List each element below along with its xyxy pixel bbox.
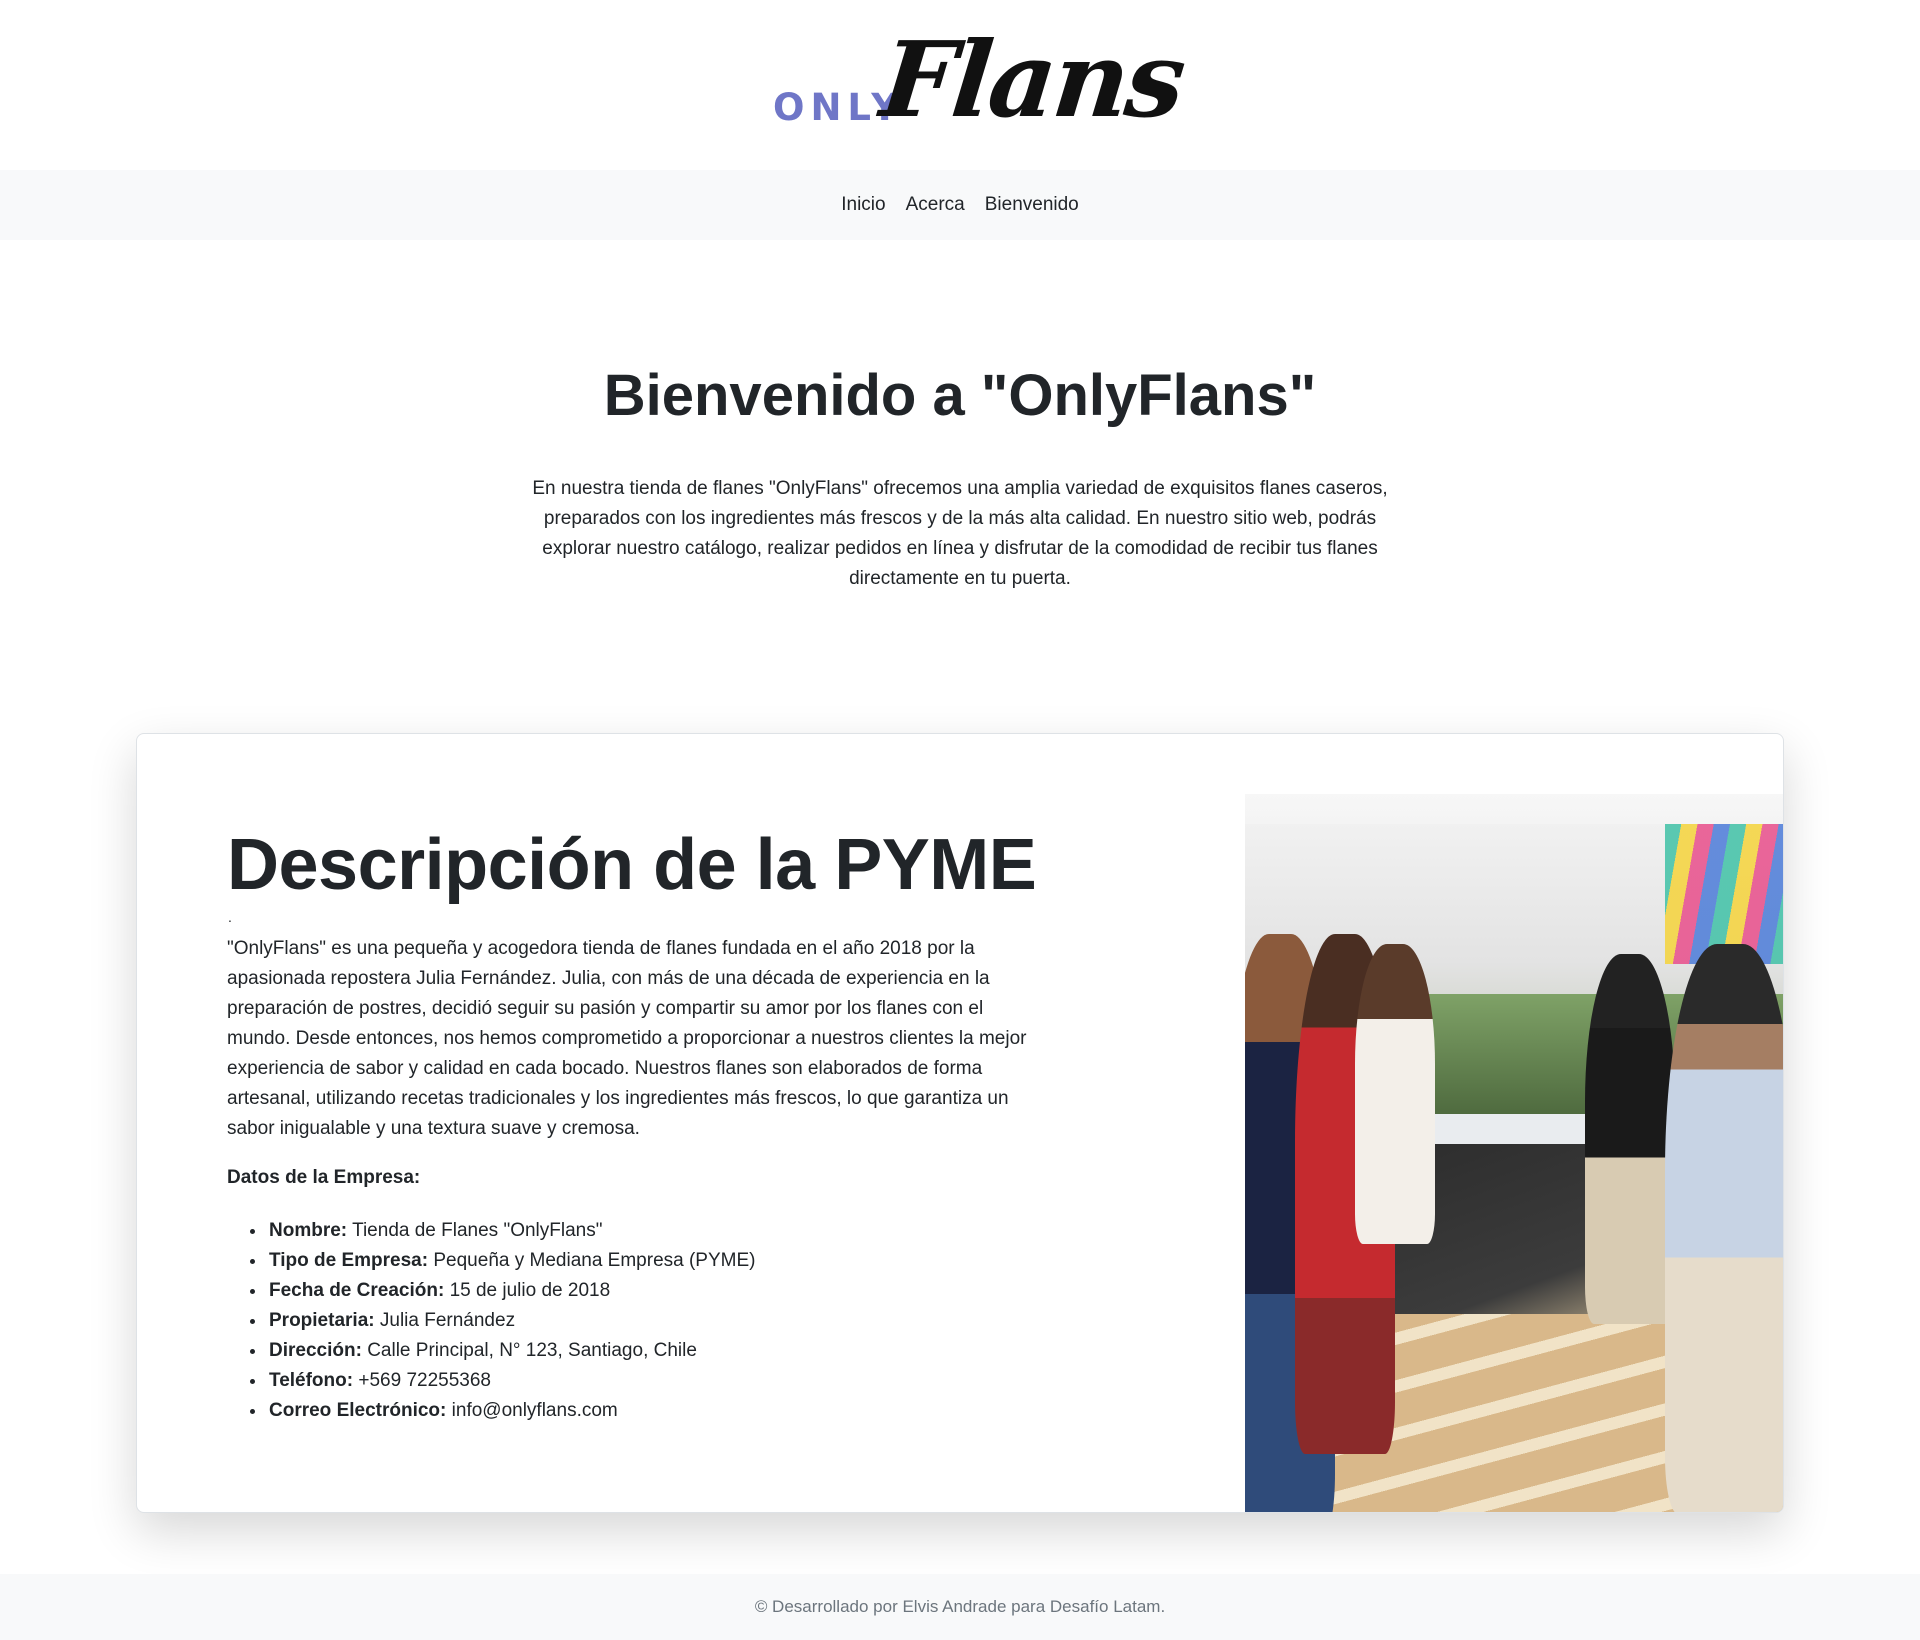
detail-label: Dirección: [269,1340,362,1361]
photo-person [1355,944,1435,1244]
logo[interactable]: ONLY Flans [770,18,1188,146]
detail-item-direccion: Dirección: Calle Principal, N° 123, Sant… [267,1336,755,1366]
detail-value: Calle Principal, N° 123, Santiago, Chile [367,1340,697,1361]
photo-highlight [1245,794,1783,824]
detail-item-nombre: Nombre: Tienda de Flanes "OnlyFlans" [267,1216,755,1246]
detail-label: Teléfono: [269,1370,354,1391]
stray-dot: . [228,909,232,925]
detail-label: Propietaria: [269,1310,375,1331]
detail-value: Pequeña y Mediana Empresa (PYME) [433,1250,756,1271]
hero-text: En nuestra tienda de flanes "OnlyFlans" … [532,478,1388,589]
hero-title: Bienvenido a "OnlyFlans" [603,363,1317,428]
logo-wordmark: Flans [875,18,1189,141]
detail-item-telefono: Teléfono: +569 72255368 [267,1366,755,1396]
detail-value: info@onlyflans.com [451,1400,618,1421]
nav-link-acerca[interactable]: Acerca [906,194,965,216]
detail-label: Tipo de Empresa: [269,1250,429,1271]
detail-item-tipo: Tipo de Empresa: Pequeña y Mediana Empre… [267,1246,755,1276]
detail-value: 15 de julio de 2018 [449,1280,611,1301]
nav-link-inicio[interactable]: Inicio [841,194,885,216]
detail-item-propietaria: Propietaria: Julia Fernández [267,1306,755,1336]
main-nav: Inicio Acerca Bienvenido [0,170,1920,240]
market-stall-photo [1245,794,1783,1512]
detail-label: Nombre: [269,1220,348,1241]
nav-link-bienvenido[interactable]: Bienvenido [985,194,1079,216]
detail-label: Fecha de Creación: [269,1280,445,1301]
detail-value: Tienda de Flanes "OnlyFlans" [352,1220,603,1241]
footer-credit: © Desarrollado por Elvis Andrade para De… [754,1597,1166,1616]
company-details-list: Nombre: Tienda de Flanes "OnlyFlans" Tip… [267,1216,755,1426]
about-text: "OnlyFlans" es una pequeña y acogedora t… [227,938,1027,1139]
photo-person [1585,954,1675,1324]
site-footer: © Desarrollado por Elvis Andrade para De… [0,1574,1920,1640]
about-title: Descripción de la PYME [227,825,1037,905]
site-header: ONLY Flans [0,0,1920,170]
detail-item-fecha: Fecha de Creación: 15 de julio de 2018 [267,1276,755,1306]
about-card: Descripción de la PYME . "OnlyFlans" es … [136,733,1784,1513]
detail-value: +569 72255368 [358,1370,491,1391]
detail-value: Julia Fernández [379,1310,516,1331]
company-data-heading: Datos de la Empresa: [227,1167,421,1188]
photo-person [1665,944,1783,1512]
photo-bunting [1665,824,1783,964]
detail-label: Correo Electrónico: [269,1400,447,1421]
detail-item-correo: Correo Electrónico: info@onlyflans.com [267,1396,755,1426]
